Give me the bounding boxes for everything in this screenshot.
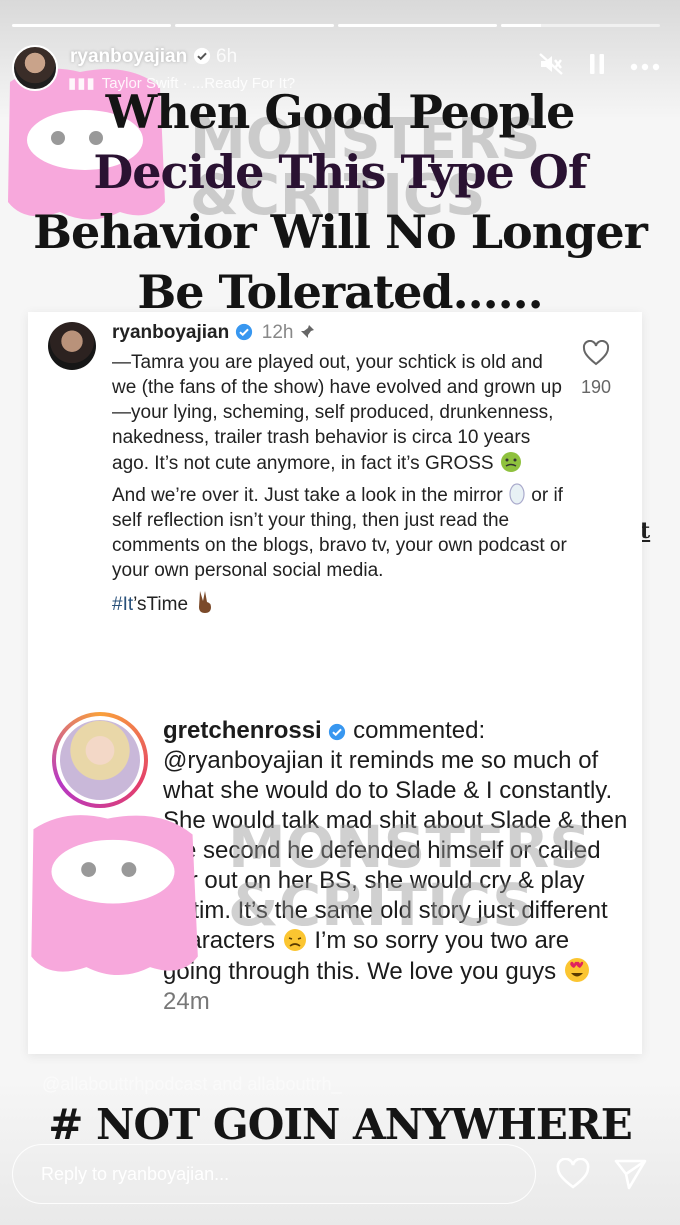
like-story-button[interactable] <box>556 1157 590 1195</box>
story-author[interactable]: ryanboyajian <box>70 46 211 68</box>
caption-text: —Tamra you are played out, your schtick … <box>112 352 562 474</box>
post-username: ryanboyajian <box>112 322 230 343</box>
comment-avatar-photo <box>60 720 140 800</box>
share-button[interactable] <box>614 1158 648 1195</box>
caption-paragraph: —Tamra you are played out, your schtick … <box>112 350 567 476</box>
pause-button[interactable] <box>588 53 606 80</box>
watermark-text-bottom: MONSTERS &CRITICS <box>228 818 591 934</box>
post-avatar <box>48 322 96 370</box>
more-options-button[interactable] <box>630 58 660 76</box>
watermark-line: &CRITICS <box>228 871 534 939</box>
story-author-name[interactable]: ryanboyajian <box>70 46 187 67</box>
comment-username: gretchenrossi <box>163 717 322 744</box>
verified-badge-icon <box>193 47 210 65</box>
story-time: 6h <box>216 46 238 67</box>
headline-line: Behavior Will No Longer <box>33 205 648 259</box>
progress-segment <box>338 24 497 27</box>
hashtag-link[interactable]: #It <box>112 594 133 615</box>
caption-text: And we’re over it. Just take a look in t… <box>112 485 503 506</box>
mirror-icon <box>509 483 525 505</box>
progress-fill <box>338 24 497 27</box>
bottom-hashtag-text: # NOT GOIN ANYWHERE <box>48 1100 633 1149</box>
story-viewer: ryanboyajian 6h ▮▮▮ Taylor Swift · ...Rea… <box>0 0 680 1225</box>
heart-icon <box>556 1157 590 1189</box>
reply-placeholder: Reply to ryanboyajian... <box>41 1164 230 1184</box>
caption-text: ’sTime <box>133 594 189 615</box>
verified-badge-icon <box>329 723 346 741</box>
story-controls <box>538 52 660 81</box>
nauseated-face-icon <box>500 452 521 472</box>
watermark-line: MONSTERS <box>228 813 591 881</box>
more-dots-icon <box>630 63 660 70</box>
like-count: 190 <box>580 377 612 397</box>
mention-stickers[interactable]: @allabouttrhpodcast and allabouttrh_ <box>42 1074 341 1095</box>
reply-input[interactable]: Reply to ryanboyajian... <box>12 1144 536 1204</box>
like-count-block: 190 <box>576 339 616 398</box>
send-paper-plane-icon <box>614 1159 647 1190</box>
post-time: 12h <box>261 322 294 343</box>
pause-icon <box>590 54 604 74</box>
progress-fill <box>12 24 171 27</box>
headline-line: Decide This Type Of <box>93 145 587 199</box>
pin-icon <box>300 325 314 338</box>
story-progress <box>12 24 660 28</box>
verified-badge-icon <box>235 323 252 341</box>
progress-fill <box>501 24 541 27</box>
post-meta: ryanboyajian 12h <box>112 322 315 344</box>
story-headline: When Good People Decide This Type Of Beh… <box>0 82 680 322</box>
comment-action: commented: <box>353 717 486 744</box>
heart-eyes-face-icon <box>564 958 589 982</box>
progress-segment <box>501 24 660 27</box>
progress-segment <box>175 24 334 27</box>
comment-avatar <box>52 712 148 808</box>
progress-segment <box>12 24 171 27</box>
speaker-muted-icon <box>539 53 563 75</box>
heart-outline-icon <box>582 339 610 366</box>
caption-paragraph: And we’re over it. Just take a look in t… <box>112 482 567 583</box>
victory-hand-icon <box>199 591 212 613</box>
caption-paragraph: #It’sTime <box>112 589 567 617</box>
mascot-watermark-bottom <box>31 815 198 976</box>
post-caption: —Tamra you are played out, your schtick … <box>112 350 567 623</box>
progress-fill <box>175 24 334 27</box>
headline-line: When Good People <box>105 85 576 139</box>
mute-button[interactable] <box>538 52 564 81</box>
comment-time: 24m <box>163 988 210 1015</box>
